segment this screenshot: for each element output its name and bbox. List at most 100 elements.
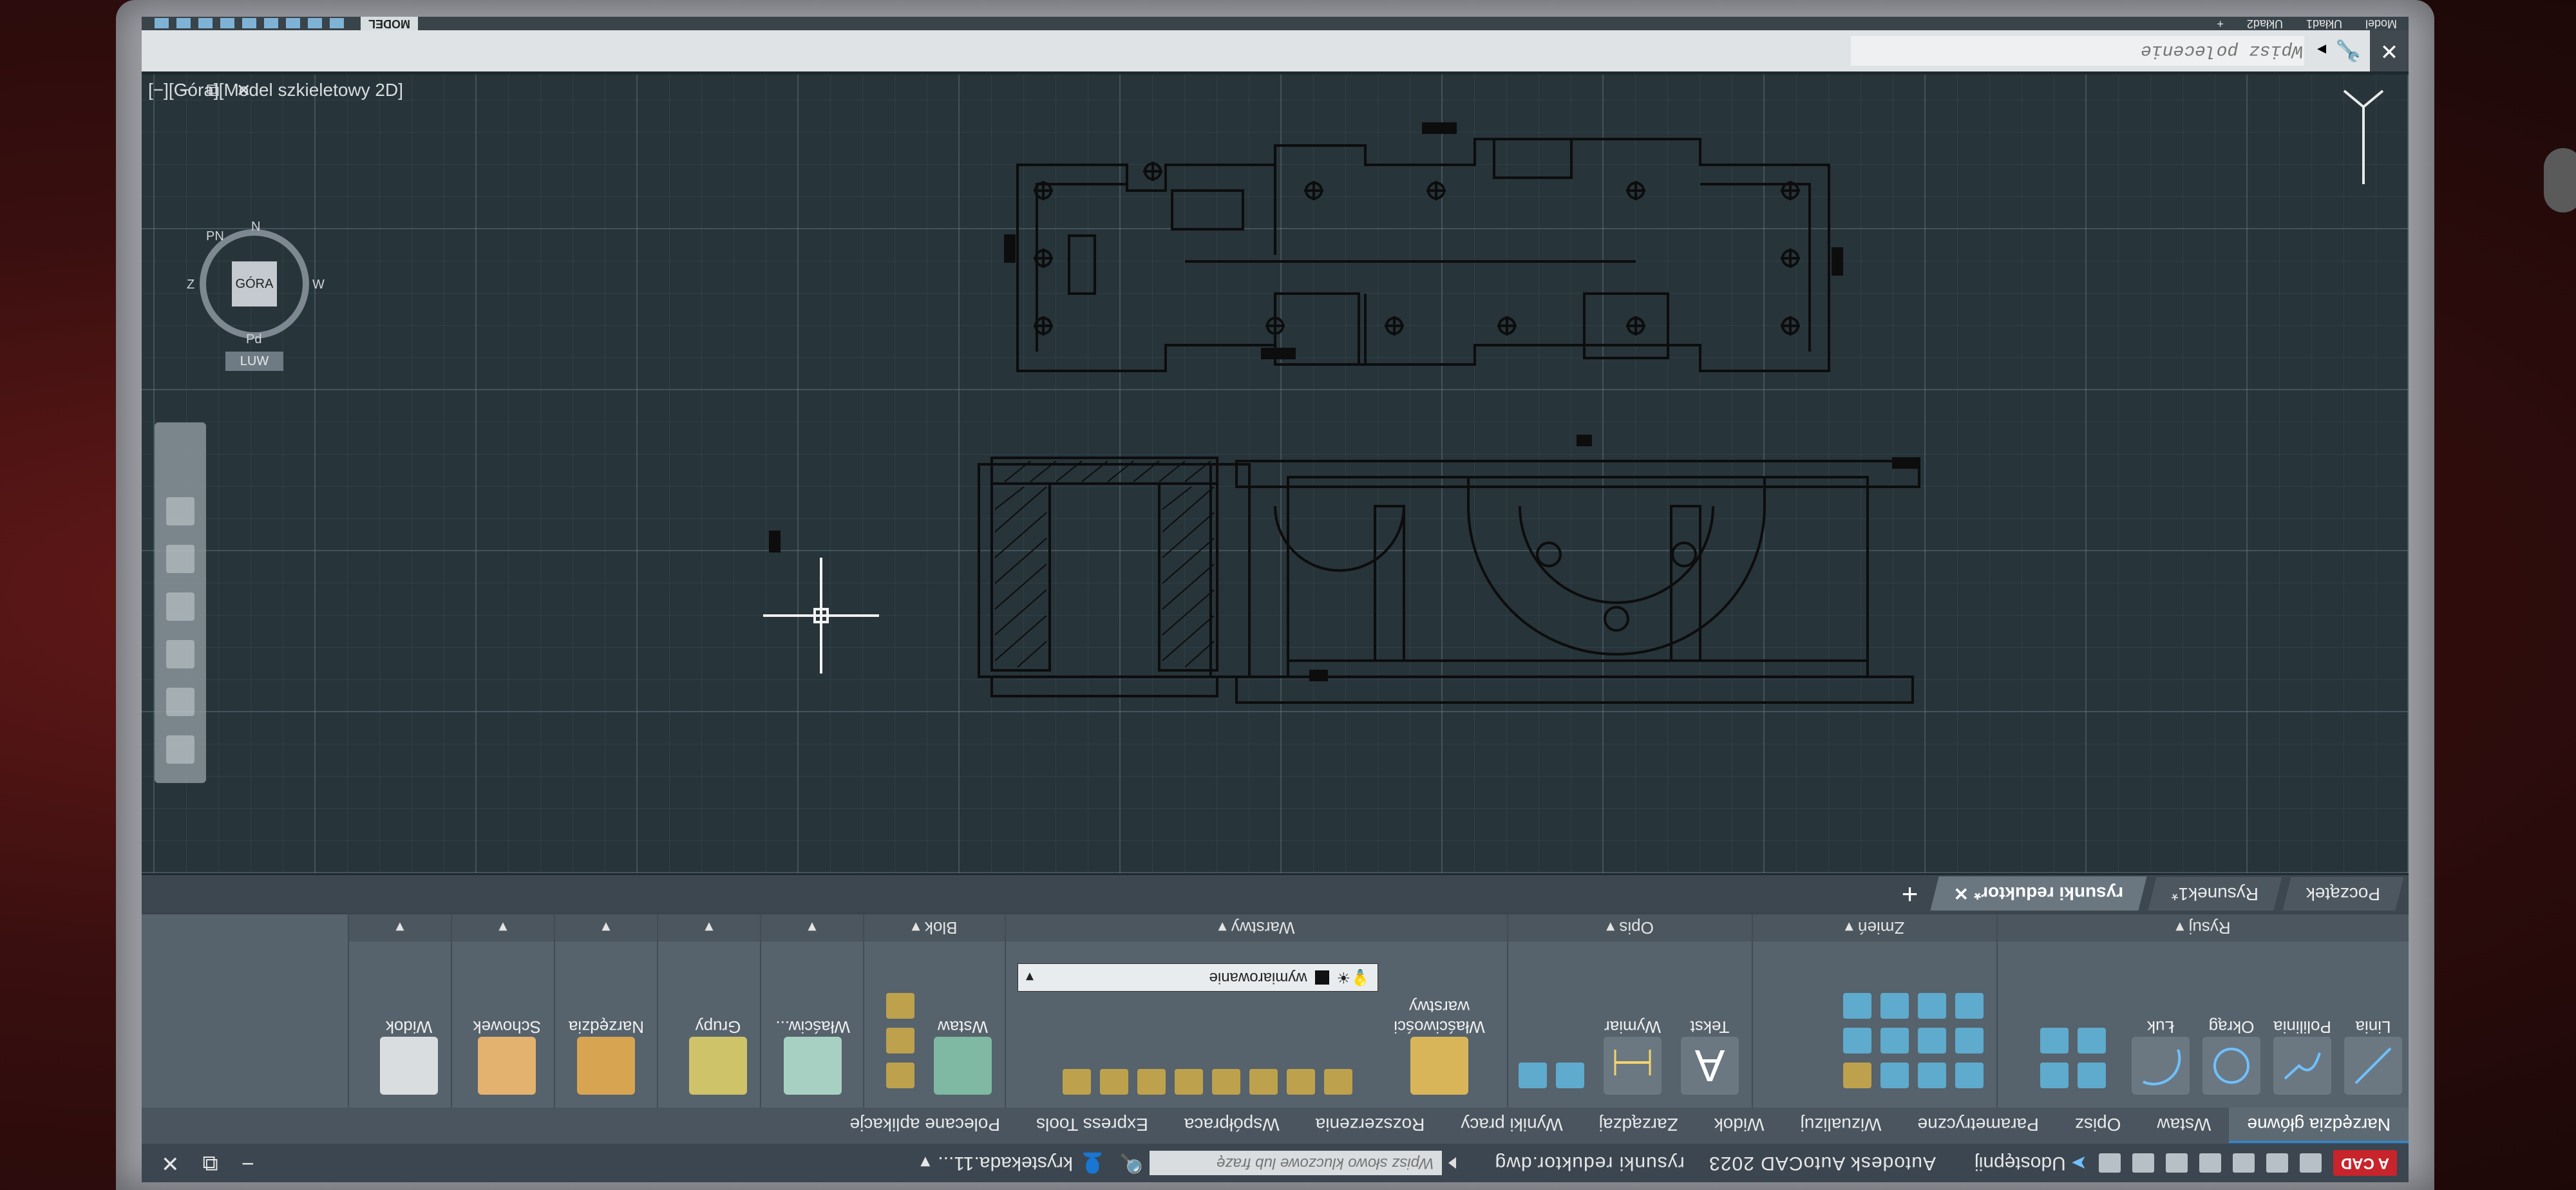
minimize-button[interactable]: − bbox=[242, 1150, 254, 1176]
tab-annotate[interactable]: Opisz bbox=[2057, 1108, 2139, 1141]
copy-icon[interactable] bbox=[1955, 1028, 1984, 1053]
tab-collaborate[interactable]: Współpraca bbox=[1166, 1108, 1298, 1141]
panel-properties-label[interactable]: ▾ bbox=[761, 914, 863, 941]
layout-tab-1[interactable]: Układ1 bbox=[2295, 17, 2354, 30]
viewport-restore-button[interactable]: ⧉ bbox=[207, 80, 220, 101]
panel-utilities-label[interactable]: ▾ bbox=[555, 914, 657, 941]
save-as-icon[interactable] bbox=[2199, 1153, 2221, 1173]
panel-groups-label[interactable]: ▾ bbox=[658, 914, 760, 941]
share-button[interactable]: ➤ Udostępnij bbox=[1975, 1152, 2087, 1175]
new-tab-button[interactable]: + bbox=[1902, 878, 1918, 910]
search-icon[interactable]: 🔍 bbox=[1119, 1152, 1142, 1175]
layer-previous-icon[interactable] bbox=[1137, 1069, 1166, 1095]
new-file-icon[interactable] bbox=[2299, 1153, 2322, 1173]
polyline-tool[interactable]: Polilinia bbox=[2273, 1017, 2331, 1095]
viewcube[interactable]: GÓRA N Pd W Z PN LUW bbox=[187, 216, 325, 371]
steering-wheel-icon[interactable] bbox=[166, 735, 194, 764]
panel-modify-label[interactable]: Zmień ▾ bbox=[1753, 914, 1996, 941]
offset-icon[interactable] bbox=[1843, 993, 1871, 1019]
close-button[interactable]: ✕ bbox=[161, 1150, 180, 1176]
close-tab-icon[interactable]: ✕ bbox=[1954, 883, 1969, 905]
insert-block-tool[interactable]: Wstaw bbox=[934, 1017, 992, 1095]
fillet-icon[interactable] bbox=[1880, 1028, 1909, 1053]
save-icon[interactable] bbox=[2232, 1153, 2255, 1173]
layer-lock-icon[interactable] bbox=[1212, 1069, 1240, 1095]
drawing-canvas[interactable]: [−][Góra][Model szkieletowy 2D] − ⧉ ✕ GÓ… bbox=[142, 75, 2409, 873]
plot-icon[interactable] bbox=[2165, 1153, 2188, 1173]
layer-match-icon[interactable] bbox=[1175, 1069, 1203, 1095]
edit-block-icon[interactable] bbox=[886, 1028, 914, 1053]
zoom-extents-icon[interactable] bbox=[166, 640, 194, 668]
explode-icon[interactable] bbox=[1843, 1028, 1871, 1053]
customize-menu-icon[interactable] bbox=[155, 18, 169, 29]
panel-clipboard-label[interactable]: ▾ bbox=[452, 914, 554, 941]
utilities-tool[interactable]: Narzędzia bbox=[569, 1017, 644, 1095]
move-icon[interactable] bbox=[1955, 1062, 1984, 1088]
line-tool[interactable]: Linia bbox=[2344, 1017, 2402, 1095]
layout-tab-2[interactable]: Układ2 bbox=[2235, 17, 2295, 30]
tab-view[interactable]: Widok bbox=[1696, 1108, 1783, 1141]
mirror-icon[interactable] bbox=[1918, 1028, 1946, 1053]
tab-output[interactable]: Wyniki pracy bbox=[1443, 1108, 1580, 1141]
osnap-toggle-icon[interactable] bbox=[242, 18, 256, 29]
snap-toggle-icon[interactable] bbox=[308, 18, 322, 29]
wrench-icon[interactable]: 🔧 bbox=[2335, 39, 2361, 63]
workspace-gear-icon[interactable] bbox=[176, 18, 191, 29]
layer-unlock-icon[interactable] bbox=[1063, 1069, 1091, 1095]
viewport-minimize-button[interactable]: − bbox=[179, 80, 189, 101]
properties-tool[interactable]: Właściw... bbox=[775, 1017, 850, 1095]
grid-toggle-icon[interactable] bbox=[330, 18, 344, 29]
array-icon[interactable] bbox=[1880, 993, 1909, 1019]
layer-dropdown[interactable]: 💡 ☀ wymiarowanie ▾ bbox=[1018, 963, 1378, 992]
view-tool[interactable]: Widok bbox=[380, 1017, 438, 1095]
stretch-icon[interactable] bbox=[1955, 993, 1984, 1019]
layer-on-icon[interactable] bbox=[1100, 1069, 1128, 1095]
user-account[interactable]: 👤 krystekada.11... ▾ bbox=[920, 1152, 1104, 1175]
trim-icon[interactable] bbox=[1880, 1062, 1909, 1088]
ortho-toggle-icon[interactable] bbox=[286, 18, 300, 29]
create-block-icon[interactable] bbox=[886, 1062, 914, 1088]
circle-tool[interactable]: Okrąg bbox=[2202, 1017, 2260, 1095]
search-input[interactable] bbox=[1149, 1151, 1442, 1175]
tab-addins[interactable]: Rozszerzenia bbox=[1298, 1108, 1443, 1141]
file-tab-start[interactable]: Początek bbox=[2282, 877, 2404, 911]
panel-draw-label[interactable]: Rysuj ▾ bbox=[1998, 914, 2409, 941]
hatch-icon[interactable] bbox=[2040, 1062, 2069, 1088]
arc-tool[interactable]: Łuk bbox=[2132, 1017, 2190, 1095]
panel-annotation-label[interactable]: Opis ▾ bbox=[1508, 914, 1752, 941]
file-tab-drawing1[interactable]: Rysunek1* bbox=[2147, 877, 2282, 911]
ellipse-icon[interactable] bbox=[2078, 1028, 2106, 1053]
search-expand-icon[interactable] bbox=[1448, 1157, 1456, 1169]
undo-icon[interactable] bbox=[2132, 1153, 2154, 1173]
wcs-menu[interactable]: LUW bbox=[225, 352, 283, 371]
model-space-toggle[interactable]: MODEL bbox=[361, 17, 418, 30]
block-attributes-icon[interactable] bbox=[886, 993, 914, 1019]
tab-manage[interactable]: Zarządzaj bbox=[1581, 1108, 1696, 1141]
layer-off-icon[interactable] bbox=[1324, 1069, 1352, 1095]
viewcube-top-face[interactable]: GÓRA bbox=[232, 261, 277, 307]
annotation-scale-icon[interactable] bbox=[198, 18, 213, 29]
orbit-icon[interactable] bbox=[166, 592, 194, 621]
restore-button[interactable]: ⧉ bbox=[203, 1150, 218, 1176]
showmotion-icon[interactable] bbox=[166, 545, 194, 573]
layer-isolate-icon[interactable] bbox=[1287, 1069, 1315, 1095]
panel-view-label[interactable]: ▾ bbox=[349, 914, 451, 941]
polar-toggle-icon[interactable] bbox=[264, 18, 278, 29]
layer-properties-tool[interactable]: Właściwości warstwy bbox=[1385, 997, 1494, 1095]
leader-icon[interactable] bbox=[1556, 1062, 1584, 1088]
command-close-button[interactable]: ✕ bbox=[2370, 30, 2409, 71]
app-menu-button[interactable]: A CAD bbox=[2333, 1150, 2397, 1176]
tab-visualize[interactable]: Wizualizuj bbox=[1783, 1108, 1900, 1141]
pan-icon[interactable] bbox=[166, 688, 194, 716]
viewport-close-button[interactable]: ✕ bbox=[236, 80, 251, 101]
scale-icon[interactable] bbox=[1918, 993, 1946, 1019]
layer-freeze-icon[interactable] bbox=[1249, 1069, 1278, 1095]
table-icon[interactable] bbox=[1519, 1062, 1547, 1088]
tab-home[interactable]: Narzędzia główne bbox=[2229, 1108, 2409, 1143]
rotate-icon[interactable] bbox=[1918, 1062, 1946, 1088]
panel-layers-label[interactable]: Warstwy ▾ bbox=[1006, 914, 1507, 941]
layout-tab-model[interactable]: Model bbox=[2354, 17, 2409, 30]
rectangle-icon[interactable] bbox=[2078, 1062, 2106, 1088]
gradient-icon[interactable] bbox=[2040, 1028, 2069, 1053]
dimension-tool[interactable]: Wymiar bbox=[1604, 1017, 1662, 1095]
